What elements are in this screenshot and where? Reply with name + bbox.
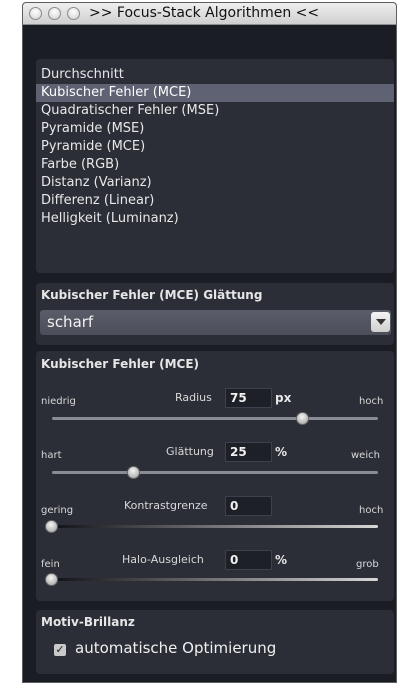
- halo-slider-knob[interactable]: [45, 573, 58, 586]
- auto-optimize-label[interactable]: automatische Optimierung: [75, 639, 276, 657]
- radius-input[interactable]: 75: [225, 388, 272, 408]
- contrast-high-label: hoch: [359, 505, 384, 516]
- contrast-slider[interactable]: [52, 525, 378, 528]
- minimize-button[interactable]: [48, 7, 61, 20]
- list-item-differenz[interactable]: Differenz (Linear): [36, 192, 394, 210]
- halo-high-label: grob: [356, 559, 379, 570]
- smooth-input[interactable]: 25: [225, 442, 272, 462]
- title-bar[interactable]: >> Focus-Stack Algorithmen <<: [23, 3, 396, 25]
- smooth-slider[interactable]: [52, 471, 378, 474]
- focus-stack-window: >> Focus-Stack Algorithmen << Durchschni…: [22, 2, 397, 683]
- smooth-label: Glättung: [166, 445, 214, 458]
- close-button[interactable]: [29, 7, 42, 20]
- list-item-farbe-rgb[interactable]: Farbe (RGB): [36, 156, 394, 174]
- auto-optimize-checkbox[interactable]: ✓: [54, 644, 66, 656]
- radius-low-label: niedrig: [41, 396, 76, 407]
- smoothing-dropdown[interactable]: scharf: [40, 310, 391, 335]
- radius-label: Radius: [175, 391, 212, 404]
- contrast-label: Kontrastgrenze: [124, 499, 208, 512]
- algorithm-list[interactable]: Durchschnitt Kubischer Fehler (MCE) Quad…: [36, 59, 394, 273]
- list-item-quadratischer-fehler[interactable]: Quadratischer Fehler (MSE): [36, 102, 394, 120]
- contrast-slider-knob[interactable]: [45, 520, 58, 533]
- smooth-high-label: weich: [351, 450, 380, 461]
- list-item-pyramide-mse[interactable]: Pyramide (MSE): [36, 120, 394, 138]
- smoothing-panel: Kubischer Fehler (MCE) Glättung scharf: [36, 283, 394, 345]
- parameters-panel: Kubischer Fehler (MCE) niedrig Radius 75…: [36, 351, 394, 601]
- zoom-button[interactable]: [67, 7, 80, 20]
- smoothing-value: scharf: [47, 313, 94, 331]
- radius-slider[interactable]: [52, 417, 378, 420]
- list-item-helligkeit[interactable]: Helligkeit (Luminanz): [36, 210, 394, 228]
- radius-slider-knob[interactable]: [296, 412, 310, 425]
- motiv-header: Motiv-Brillanz: [41, 615, 135, 629]
- halo-label: Halo-Ausgleich: [122, 553, 204, 566]
- smooth-slider-knob[interactable]: [126, 466, 140, 479]
- halo-slider[interactable]: [52, 578, 378, 581]
- motiv-panel: Motiv-Brillanz ✓ automatische Optimierun…: [36, 610, 394, 674]
- radius-unit: px: [275, 391, 292, 405]
- list-item-distanz[interactable]: Distanz (Varianz): [36, 174, 394, 192]
- smooth-unit: %: [275, 445, 288, 459]
- smooth-low-label: hart: [41, 450, 62, 461]
- chevron-down-icon: [376, 319, 386, 325]
- halo-input[interactable]: 0: [225, 550, 272, 570]
- list-item-pyramide-mce[interactable]: Pyramide (MCE): [36, 138, 394, 156]
- checkmark-icon: ✓: [55, 643, 65, 656]
- parameters-header: Kubischer Fehler (MCE): [41, 357, 200, 371]
- contrast-input[interactable]: 0: [225, 496, 272, 516]
- list-item-durchschnitt[interactable]: Durchschnitt: [36, 66, 394, 84]
- smoothing-header: Kubischer Fehler (MCE) Glättung: [41, 288, 263, 302]
- contrast-low-label: gering: [41, 505, 74, 516]
- list-item-kubischer-fehler[interactable]: Kubischer Fehler (MCE): [36, 84, 394, 102]
- halo-unit: %: [275, 553, 288, 567]
- radius-high-label: hoch: [359, 396, 384, 407]
- window-title: >> Focus-Stack Algorithmen <<: [89, 5, 320, 21]
- dropdown-arrow-button[interactable]: [371, 312, 390, 332]
- halo-low-label: fein: [41, 559, 60, 570]
